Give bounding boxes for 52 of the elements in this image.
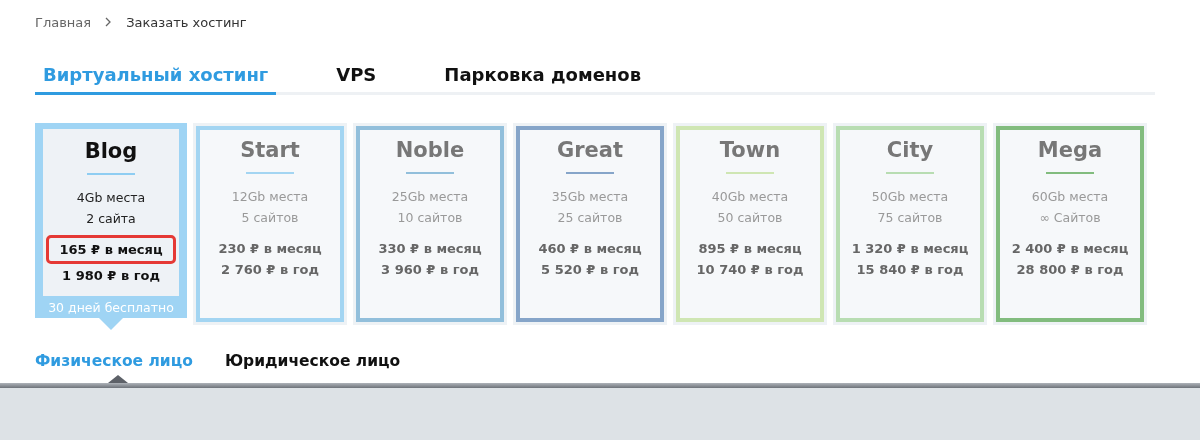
plan-space: 12Gb места [231,188,309,206]
plan-space: 4Gb места [76,189,146,207]
plan-card[interactable]: City 50Gb места 75 сайтов 1 320 ₽ в месяц 15 840 ₽ в год [833,123,987,325]
monthly-price: 460 ₽ в месяц [538,240,642,258]
plan-name: Mega [1037,138,1103,162]
plan-name: Start [240,138,300,162]
plan-card[interactable]: Town 40Gb места 50 сайтов 895 ₽ в месяц 10 740 ₽ в год [673,123,827,325]
monthly-price: 2 400 ₽ в месяц [1011,240,1129,258]
plan-card[interactable]: Start 12Gb места 5 сайтов 230 ₽ в месяц 2 760 ₽ в год [193,123,347,325]
monthly-price: 895 ₽ в месяц [698,240,802,258]
plan-sites: 50 сайтов [717,209,783,227]
yearly-price: 15 840 ₽ в год [856,261,964,279]
monthly-price: 330 ₽ в месяц [378,240,482,258]
plan-name: Great [556,138,623,162]
pointer-icon [99,318,123,330]
highlighted-monthly-price: 165 ₽ в месяц [46,235,176,264]
plan-name: Town [719,138,781,162]
client-type-tab[interactable]: Физическое лицо [35,349,193,373]
plan-space: 50Gb места [871,188,949,206]
plan-sites: 75 сайтов [877,209,943,227]
hosting-tab[interactable]: VPS [328,64,385,95]
yearly-price: 10 740 ₽ в год [696,261,804,279]
plan-sites: 2 сайта [86,210,136,228]
promo-label: 30 дней бесплатно [47,299,175,317]
chevron-right-icon [105,17,113,27]
plan-sites: 10 сайтов [397,209,463,227]
plan-sites: ∞ Сайтов [1039,209,1101,227]
plan-space: 35Gb места [551,188,629,206]
plan-name: City [886,138,934,162]
plan-space: 60Gb места [1031,188,1109,206]
plan-sites: 5 сайтов [241,209,299,227]
yearly-price: 5 520 ₽ в год [541,261,639,279]
plan-card[interactable]: Mega 60Gb места ∞ Сайтов 2 400 ₽ в месяц 28 800 ₽ в год [993,123,1147,325]
monthly-price: 1 320 ₽ в месяц [851,240,969,258]
plan-name: Blog [84,139,138,163]
hosting-tab[interactable]: Виртуальный хостинг [35,64,277,95]
yearly-price: 28 800 ₽ в год [1016,261,1124,279]
tab-pointer-icon [108,375,128,383]
monthly-price: 230 ₽ в месяц [218,240,322,258]
client-type-tab[interactable]: Юридическое лицо [224,349,401,373]
hosting-tab[interactable]: Парковка доменов [436,64,650,95]
plan-space: 25Gb места [391,188,469,206]
yearly-price: 2 760 ₽ в год [221,261,319,279]
yearly-price: 3 960 ₽ в год [381,261,479,279]
yearly-price: 1 980 ₽ в год [62,267,160,285]
breadcrumb-link[interactable]: Главная [35,14,92,30]
breadcrumb-current: Заказать хостинг [126,14,247,30]
plan-name: Noble [395,138,465,162]
plan-card[interactable]: Noble 25Gb места 10 сайтов 330 ₽ в месяц 3 960 ₽ в год [353,123,507,325]
plan-space: 40Gb места [711,188,789,206]
plan-card[interactable]: Great 35Gb места 25 сайтов 460 ₽ в месяц 5 520 ₽ в год [513,123,667,325]
plan-sites: 25 сайтов [557,209,623,227]
